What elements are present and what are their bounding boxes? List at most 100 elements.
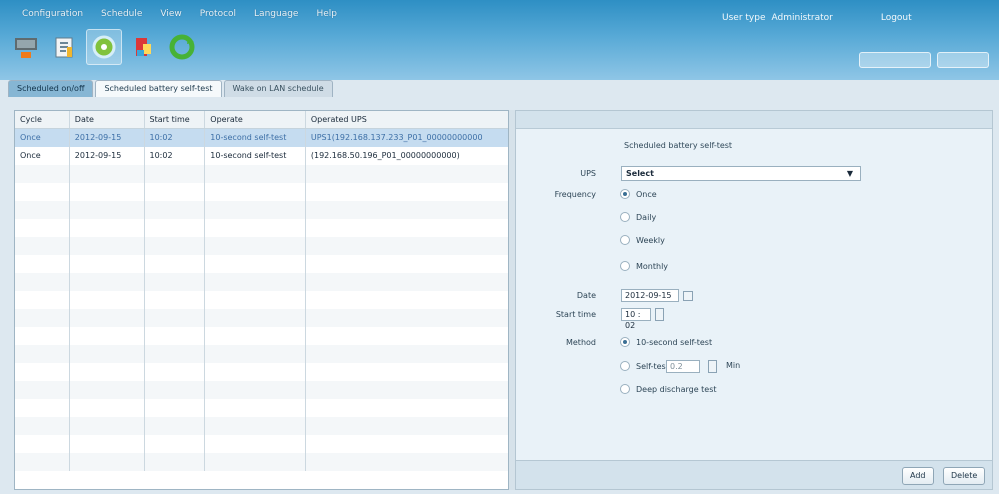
method-self-test-option[interactable]: Self-test (620, 361, 669, 371)
header-operate[interactable]: Operate (205, 111, 306, 128)
settings-button[interactable] (47, 29, 83, 65)
minutes-unit-label: Min (726, 361, 741, 370)
event-button[interactable] (125, 29, 161, 65)
empty-cell (145, 255, 206, 273)
cycle-cell: Once (15, 129, 70, 147)
time-spinner[interactable] (655, 308, 664, 321)
icon-toolbar (8, 29, 203, 65)
empty-cell (145, 381, 206, 399)
empty-table-row (15, 435, 508, 453)
method-10-second-option[interactable]: 10-second self-test (620, 337, 712, 347)
empty-cell (15, 399, 70, 417)
empty-cell (306, 363, 508, 381)
empty-cell (205, 219, 306, 237)
empty-table-row (15, 237, 508, 255)
frequency-daily-option[interactable]: Daily (620, 212, 656, 222)
empty-cell (70, 309, 145, 327)
empty-cell (15, 183, 70, 201)
method-label: Method (565, 338, 596, 347)
ups-monitor-button[interactable] (8, 29, 44, 65)
method-deep-discharge-option[interactable]: Deep discharge test (620, 384, 717, 394)
method-option-label: Deep discharge test (636, 384, 717, 394)
menu-schedule[interactable]: Schedule (101, 9, 142, 19)
empty-cell (205, 291, 306, 309)
minutes-spinner[interactable] (708, 360, 717, 373)
ups-select[interactable]: Select ▼ (621, 166, 861, 181)
empty-table-row (15, 345, 508, 363)
editor-header-bar (516, 111, 992, 129)
radio-selected[interactable] (620, 337, 630, 347)
start-time-label: Start time (555, 310, 596, 319)
empty-cell (205, 165, 306, 183)
menu-protocol[interactable]: Protocol (200, 9, 236, 19)
empty-cell (145, 453, 206, 471)
empty-cell (15, 309, 70, 327)
method-option-label: 10-second self-test (636, 337, 713, 347)
empty-cell (145, 237, 206, 255)
form-title: Scheduled battery self-test (624, 141, 733, 150)
empty-table-rows (15, 165, 508, 471)
menu-view[interactable]: View (160, 9, 181, 19)
disabled-button-1[interactable] (859, 52, 931, 68)
radio-selected[interactable] (620, 189, 630, 199)
radio[interactable] (620, 261, 630, 271)
delete-button[interactable]: Delete (943, 467, 986, 485)
radio[interactable] (620, 384, 630, 394)
radio[interactable] (620, 212, 630, 222)
empty-cell (205, 363, 306, 381)
header-operated-ups[interactable]: Operated UPS (306, 111, 508, 128)
schedule-button[interactable] (86, 29, 122, 65)
header-cycle[interactable]: Cycle (15, 111, 70, 128)
empty-cell (205, 345, 306, 363)
menu-help[interactable]: Help (316, 9, 337, 19)
header-date[interactable]: Date (70, 111, 145, 128)
frequency-monthly-option[interactable]: Monthly (620, 261, 668, 271)
start-time-input[interactable]: 10 : 02 (621, 308, 651, 330)
self-test-minutes-input[interactable]: 0.2 (666, 360, 700, 373)
calendar-icon[interactable] (683, 291, 693, 301)
empty-cell (205, 237, 306, 255)
tab-scheduled-battery-self-test[interactable]: Scheduled battery self-test (95, 80, 222, 97)
frequency-weekly-option[interactable]: Weekly (620, 235, 665, 245)
frequency-option-label: Weekly (636, 235, 665, 245)
empty-table-row (15, 417, 508, 435)
logout-link[interactable]: Logout (881, 13, 912, 23)
radio[interactable] (620, 361, 630, 371)
disabled-button-2[interactable] (937, 52, 989, 68)
schedule-tabs: Scheduled on/off Scheduled battery self-… (8, 80, 335, 97)
empty-cell (306, 399, 508, 417)
cycle-cell: Once (15, 147, 70, 165)
empty-cell (15, 201, 70, 219)
empty-cell (70, 435, 145, 453)
menu-configuration[interactable]: Configuration (22, 9, 83, 19)
frequency-once-option[interactable]: Once (620, 189, 657, 199)
top-toolbar: Configuration Schedule View Protocol Lan… (0, 0, 999, 80)
header-start-time[interactable]: Start time (145, 111, 206, 128)
empty-table-row (15, 165, 508, 183)
empty-cell (306, 309, 508, 327)
radio[interactable] (620, 235, 630, 245)
tab-wake-on-lan-schedule[interactable]: Wake on LAN schedule (223, 80, 333, 97)
empty-table-row (15, 201, 508, 219)
menu-language[interactable]: Language (254, 9, 298, 19)
empty-cell (306, 273, 508, 291)
tab-scheduled-on-off[interactable]: Scheduled on/off (8, 80, 94, 97)
empty-cell (205, 327, 306, 345)
empty-cell (306, 165, 508, 183)
operate-cell: 10-second self-test (205, 129, 306, 147)
table-row[interactable]: Once 2012-09-15 10:02 10-second self-tes… (15, 129, 508, 147)
empty-cell (145, 363, 206, 381)
refresh-button[interactable] (164, 29, 200, 65)
empty-cell (145, 309, 206, 327)
operated-ups-cell: (192.168.50.196_P01_00000000000) (310, 151, 460, 160)
table-row[interactable]: Once 2012-09-15 10:02 10-second self-tes… (15, 147, 508, 165)
empty-cell (306, 201, 508, 219)
empty-cell (145, 201, 206, 219)
empty-cell (15, 453, 70, 471)
empty-cell (145, 273, 206, 291)
add-button[interactable]: Add (902, 467, 934, 485)
empty-table-row (15, 183, 508, 201)
empty-cell (145, 291, 206, 309)
date-cell: 2012-09-15 (70, 147, 145, 165)
date-input[interactable]: 2012-09-15 (621, 289, 679, 302)
